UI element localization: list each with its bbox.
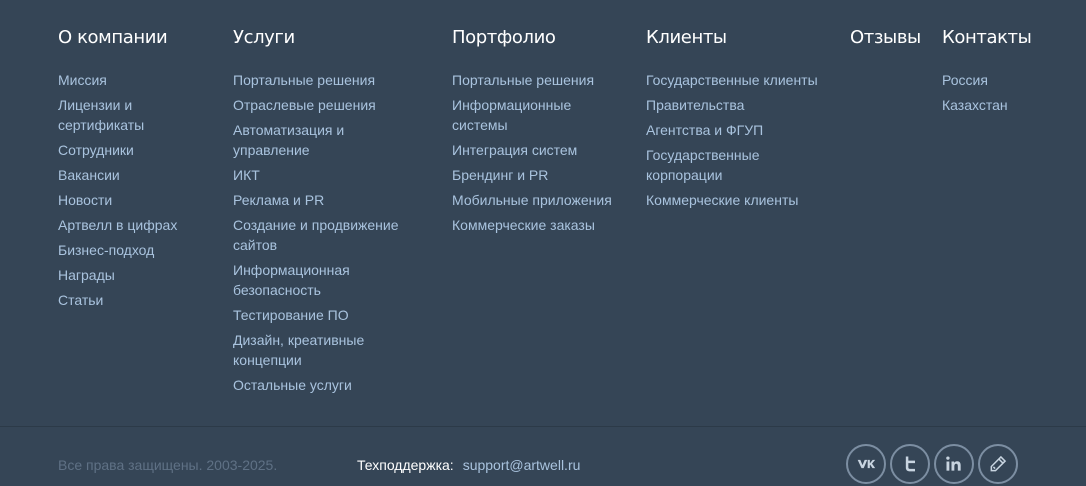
support-email-link[interactable]: support@artwell.ru	[463, 457, 581, 473]
link-service-ict[interactable]: ИКТ	[233, 165, 413, 185]
link-news[interactable]: Новости	[58, 190, 208, 210]
link-portfolio-integration[interactable]: Интеграция систем	[452, 140, 622, 160]
footer-column-contacts: Контакты Россия Казахстан	[942, 26, 1052, 120]
support-label: Техподдержка:	[357, 457, 454, 473]
link-service-automation[interactable]: Автоматизация и управление	[233, 120, 413, 160]
twitter-icon[interactable]	[890, 444, 930, 484]
link-portfolio-mobile[interactable]: Мобильные приложения	[452, 190, 622, 210]
link-contacts-kazakhstan[interactable]: Казахстан	[942, 95, 1052, 115]
link-licenses[interactable]: Лицензии и сертификаты	[58, 95, 208, 135]
column-title[interactable]: О компании	[58, 26, 208, 50]
link-clients-governments[interactable]: Правительства	[646, 95, 831, 115]
link-portfolio-branding[interactable]: Брендинг и PR	[452, 165, 622, 185]
link-contacts-russia[interactable]: Россия	[942, 70, 1052, 90]
link-clients-government[interactable]: Государственные клиенты	[646, 70, 831, 90]
link-awards[interactable]: Награды	[58, 265, 208, 285]
linkedin-icon[interactable]	[934, 444, 974, 484]
column-title[interactable]: Контакты	[942, 26, 1052, 50]
footer-column-services: Услуги Портальные решения Отраслевые реш…	[233, 26, 413, 400]
link-service-other[interactable]: Остальные услуги	[233, 375, 413, 395]
support-contact: Техподдержка: support@artwell.ru	[357, 456, 580, 474]
link-portfolio-portal[interactable]: Портальные решения	[452, 70, 622, 90]
footer-column-portfolio: Портфолио Портальные решения Информацион…	[452, 26, 622, 240]
footer-column-about: О компании Миссия Лицензии и сертификаты…	[58, 26, 208, 315]
footer-column-reviews: Отзывы	[850, 26, 930, 70]
column-title[interactable]: Отзывы	[850, 26, 930, 50]
link-service-websites[interactable]: Создание и продвижение сайтов	[233, 215, 413, 255]
vk-icon[interactable]	[846, 444, 886, 484]
footer-column-clients: Клиенты Государственные клиенты Правител…	[646, 26, 831, 215]
pencil-icon[interactable]	[978, 444, 1018, 484]
link-vacancies[interactable]: Вакансии	[58, 165, 208, 185]
link-service-testing[interactable]: Тестирование ПО	[233, 305, 413, 325]
link-portfolio-infosystems[interactable]: Информационные системы	[452, 95, 622, 135]
column-title[interactable]: Услуги	[233, 26, 413, 50]
link-service-pr[interactable]: Реклама и PR	[233, 190, 413, 210]
link-clients-agencies[interactable]: Агентства и ФГУП	[646, 120, 831, 140]
link-service-industry[interactable]: Отраслевые решения	[233, 95, 413, 115]
link-portfolio-commercial[interactable]: Коммерческие заказы	[452, 215, 622, 235]
link-clients-corporations[interactable]: Государственные корпорации	[646, 145, 831, 185]
link-in-numbers[interactable]: Артвелл в цифрах	[58, 215, 208, 235]
link-service-security[interactable]: Информационная безопасность	[233, 260, 413, 300]
footer-divider	[0, 426, 1086, 427]
column-title[interactable]: Портфолио	[452, 26, 622, 50]
column-title[interactable]: Клиенты	[646, 26, 831, 50]
link-business-approach[interactable]: Бизнес-подход	[58, 240, 208, 260]
link-staff[interactable]: Сотрудники	[58, 140, 208, 160]
link-articles[interactable]: Статьи	[58, 290, 208, 310]
social-links	[846, 444, 1018, 484]
copyright-text: Все права защищены. 2003-2025.	[58, 457, 278, 473]
link-mission[interactable]: Миссия	[58, 70, 208, 90]
link-service-portal[interactable]: Портальные решения	[233, 70, 413, 90]
link-service-design[interactable]: Дизайн, креативные концепции	[233, 330, 413, 370]
link-clients-commercial[interactable]: Коммерческие клиенты	[646, 190, 831, 210]
